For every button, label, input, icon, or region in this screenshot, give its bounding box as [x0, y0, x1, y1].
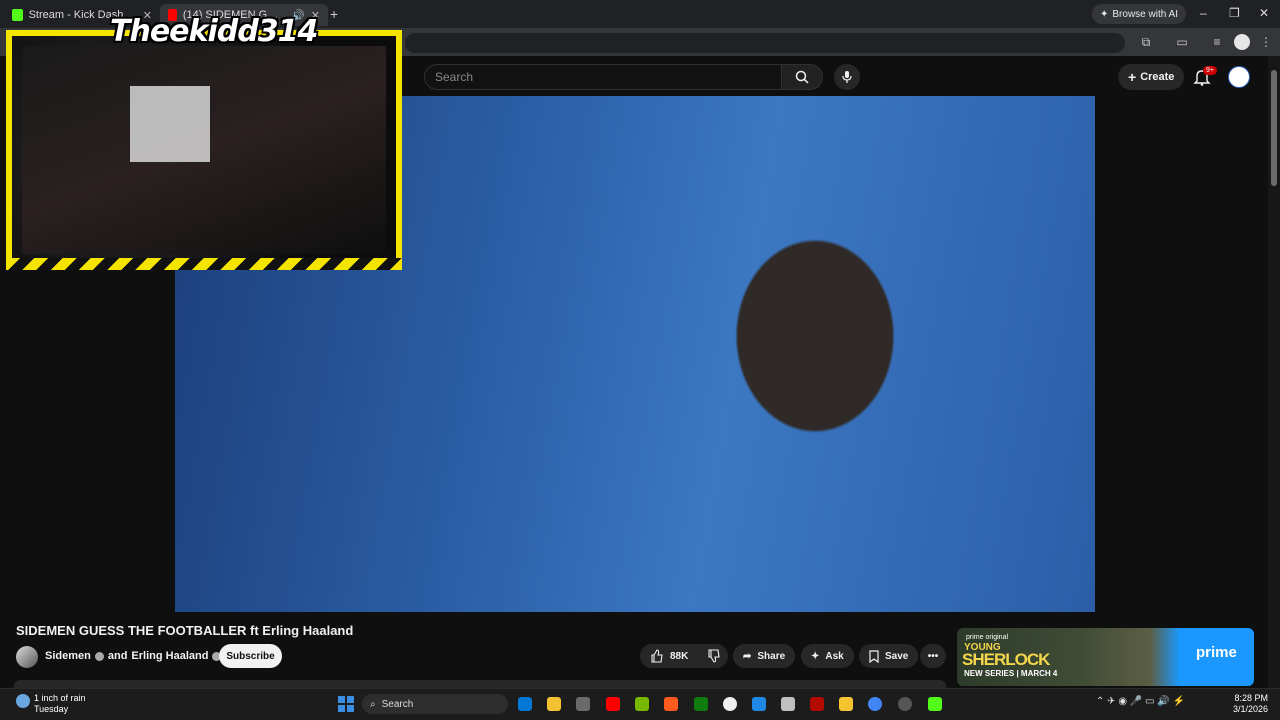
ask-button[interactable]: ✦ Ask — [801, 644, 854, 668]
edge-app-icon[interactable] — [518, 697, 532, 711]
plus-icon: + — [1128, 69, 1137, 85]
adobe-app-icon[interactable] — [810, 697, 824, 711]
calculator-app-icon[interactable] — [781, 697, 795, 711]
search-input[interactable]: Search — [424, 64, 782, 90]
search-button[interactable] — [781, 64, 823, 90]
subscribe-button[interactable]: Subscribe — [219, 644, 282, 668]
like-count: 88K — [670, 650, 689, 662]
weather-rain-icon[interactable] — [16, 694, 30, 708]
bookmark-icon — [869, 649, 879, 663]
clock-time: 8:28 PM — [1234, 693, 1268, 703]
notifications-badge: 9+ — [1203, 66, 1217, 75]
taskbar-search[interactable]: ⌕ Search — [362, 694, 508, 714]
cast-icon[interactable]: ▭ — [1174, 34, 1190, 50]
streamer-name-logo: Theekidd314 — [110, 14, 318, 49]
browse-with-ai-button[interactable]: ✦ Browse with AI — [1092, 4, 1186, 24]
create-button[interactable]: + Create — [1118, 64, 1185, 90]
thumbs-down-icon — [708, 649, 720, 663]
close-window-icon[interactable]: ✕ — [1259, 6, 1269, 20]
nvidia-app-icon[interactable] — [635, 697, 649, 711]
search-icon — [795, 70, 809, 84]
obs-app-icon[interactable] — [898, 697, 912, 711]
verified-badge-icon — [94, 651, 104, 661]
app-icon[interactable] — [839, 697, 853, 711]
taskbar-search-label: Search — [381, 698, 414, 710]
windows-start-icon[interactable] — [338, 696, 354, 712]
clock-date: 3/1/2026 — [1232, 704, 1268, 714]
kick-app-icon[interactable] — [928, 697, 942, 711]
channel-name-secondary[interactable]: Erling Haaland — [131, 650, 208, 662]
webcam-background-window — [130, 86, 210, 162]
search-icon: ⌕ — [370, 698, 376, 710]
system-tray[interactable]: ⌃ ✈ ◉ 🎤 ▭ 🔊 ⚡ — [1096, 696, 1185, 707]
chrome-app-icon[interactable] — [868, 697, 882, 711]
media-controls-icon[interactable]: ≡ — [1209, 34, 1225, 50]
kick-favicon-icon — [12, 9, 23, 21]
channel-names[interactable]: Sidemen and Erling Haaland — [45, 650, 222, 662]
dislike-button[interactable] — [700, 644, 728, 668]
channel-joiner: and — [107, 650, 128, 662]
prime-logo: prime — [1196, 644, 1237, 661]
ad-subtitle: NEW SERIES | MARCH 4 — [964, 669, 1058, 678]
browse-with-ai-label: Browse with AI — [1112, 8, 1178, 20]
scrollbar-thumb[interactable] — [1271, 70, 1277, 186]
file-explorer-icon[interactable] — [547, 697, 561, 711]
more-actions-button[interactable]: ••• — [920, 644, 946, 668]
search-placeholder: Search — [435, 70, 474, 84]
ad-title-sherlock: SHERLOCK — [962, 650, 1050, 669]
youtube-app-icon[interactable] — [606, 697, 620, 711]
create-label: Create — [1140, 71, 1175, 83]
extensions-icon[interactable]: ⧉ — [1138, 34, 1154, 50]
video-title: SIDEMEN GUESS THE FOOTBALLER ft Erling H… — [16, 623, 354, 638]
voice-search-button[interactable] — [834, 64, 860, 90]
save-button[interactable]: Save — [859, 644, 919, 668]
more-horizontal-icon: ••• — [927, 650, 939, 662]
sparkle-icon: ✦ — [1100, 8, 1109, 20]
channel-avatar[interactable] — [16, 646, 38, 668]
video-description-box[interactable] — [14, 680, 946, 688]
notepad-app-icon[interactable] — [752, 697, 766, 711]
clock-app-icon[interactable] — [723, 697, 737, 711]
share-button[interactable]: ➦ Share — [733, 644, 796, 668]
share-label: Share — [757, 650, 786, 662]
microphone-icon — [842, 71, 852, 83]
minimize-icon[interactable]: – — [1200, 6, 1207, 20]
browser-profile-avatar[interactable] — [1234, 34, 1250, 50]
brave-app-icon[interactable] — [664, 697, 678, 711]
ad-label-prime-original: prime original — [966, 634, 1009, 641]
channel-name-primary[interactable]: Sidemen — [45, 650, 91, 662]
sparkle-icon: ✦ — [811, 650, 820, 662]
new-tab-icon[interactable]: + — [330, 6, 338, 22]
share-arrow-icon: ➦ — [743, 650, 752, 662]
taskbar-clock[interactable]: 8:28 PM 3/1/2026 — [1222, 693, 1268, 715]
address-bar[interactable] — [405, 33, 1125, 53]
youtube-account-avatar[interactable] — [1228, 66, 1250, 88]
overlay-hazard-stripes — [6, 258, 402, 270]
weather-day: Tuesday — [34, 704, 69, 714]
weather-summary: 1 inch of rain — [34, 693, 86, 703]
weather-widget[interactable]: 1 inch of rain Tuesday — [34, 693, 86, 715]
restore-icon[interactable]: ❐ — [1229, 6, 1240, 20]
thumbs-up-icon — [651, 649, 663, 663]
browser-menu-icon[interactable]: ⋮ — [1258, 34, 1274, 50]
ask-label: Ask — [825, 650, 844, 662]
save-label: Save — [885, 650, 909, 662]
store-app-icon[interactable] — [576, 697, 590, 711]
xbox-app-icon[interactable] — [694, 697, 708, 711]
